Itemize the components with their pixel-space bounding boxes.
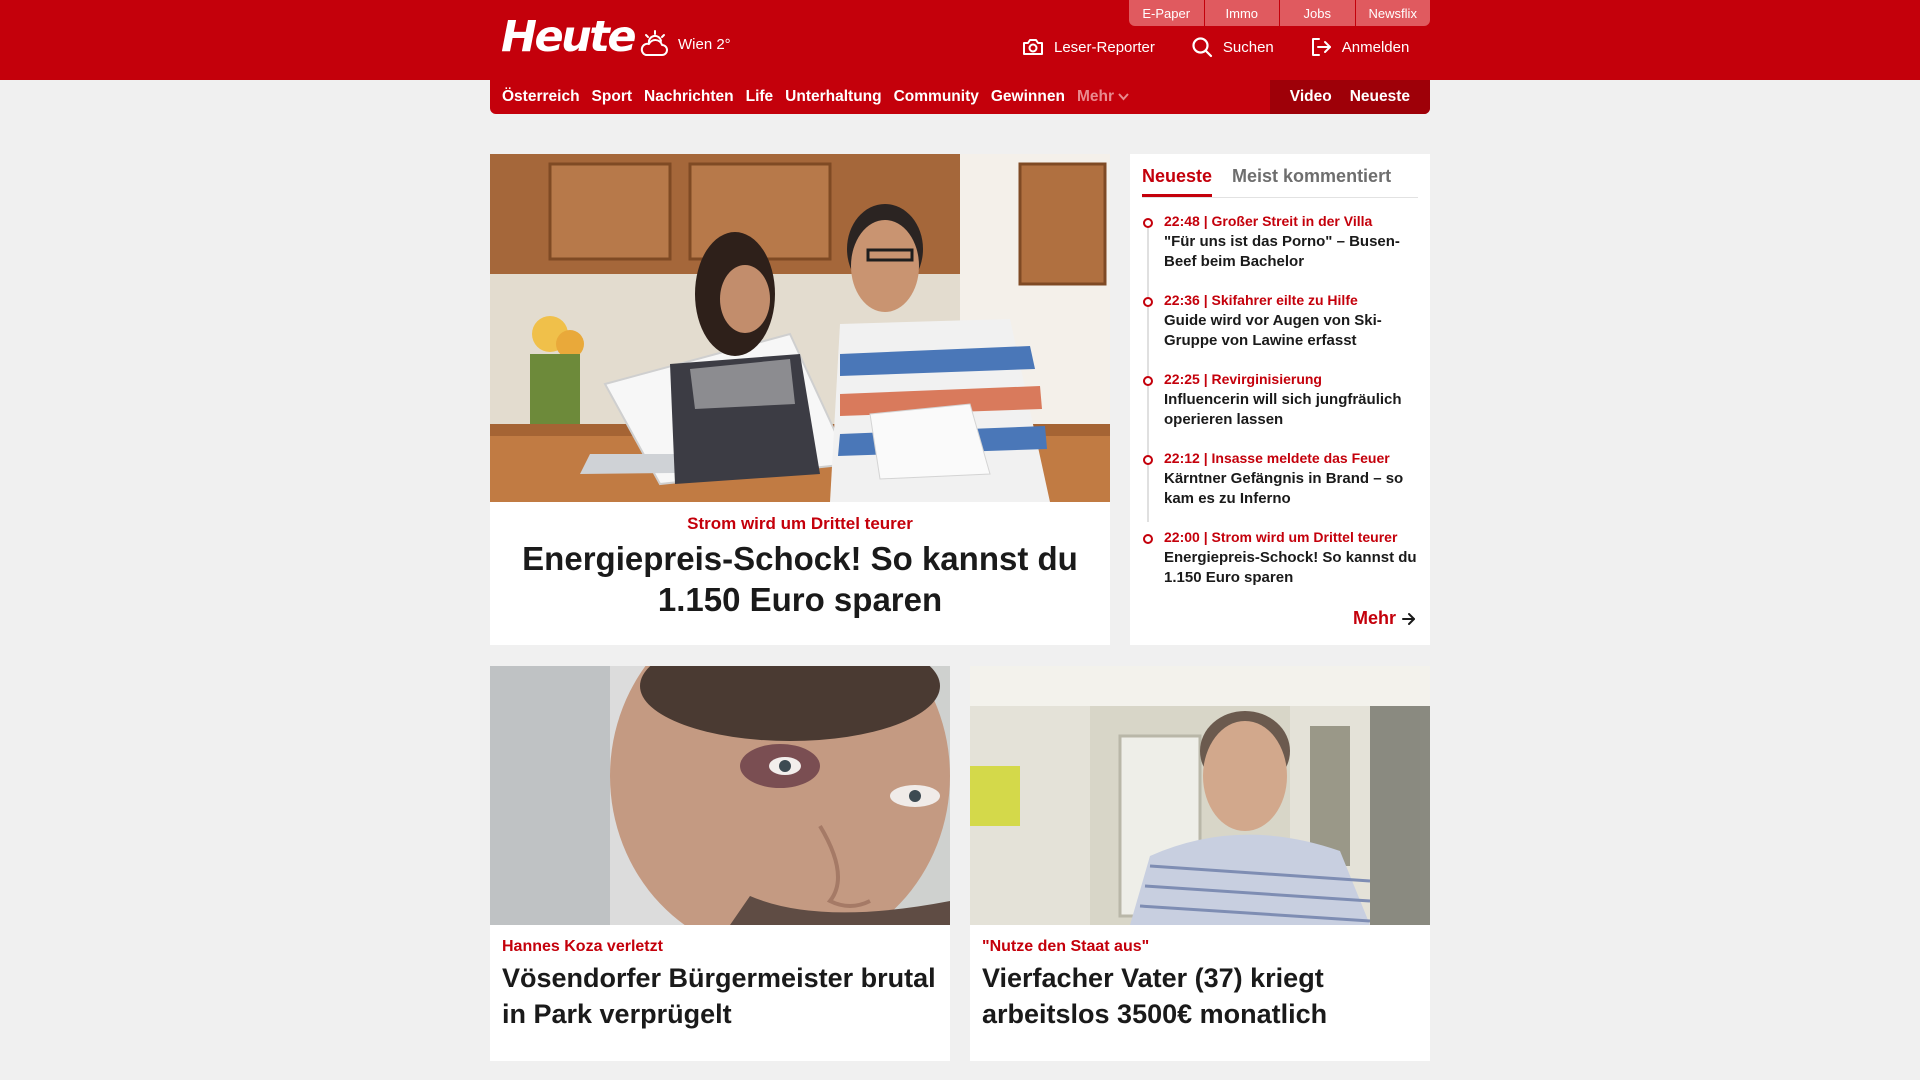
ticker-title[interactable]: "Für uns ist das Porno" – Busen-Beef bei… [1164,232,1422,272]
ticker-title[interactable]: Energiepreis-Schock! So kannst du 1.150 … [1164,548,1422,588]
sidebar-tabs: Neueste Meist kommentiert [1142,162,1418,198]
search-button[interactable]: Suchen [1191,36,1274,58]
news-sidebar: Neueste Meist kommentiert 22:48 | Großer… [1130,154,1430,645]
nav-item-nachrichten[interactable]: Nachrichten [644,88,734,106]
login-icon [1311,38,1331,56]
article-card-father[interactable]: "Nutze den Staat aus" Vierfacher Vater (… [970,666,1430,1061]
hero-image [490,154,1110,502]
weather-text: Wien 2° [678,35,731,53]
nav-more-label: Mehr [1076,88,1114,105]
article-image-mayor [490,666,950,925]
ticker-item[interactable]: 22:36 | Skifahrer eilte zu Hilfe Guide w… [1142,291,1422,370]
login-label: Anmelden [1341,38,1410,56]
ticker-meta: 22:48 | Großer Streit in der Villa [1164,213,1373,229]
ticker-item[interactable]: 22:25 | Revirginisierung Influencerin wi… [1142,370,1422,449]
ticker-item[interactable]: 22:48 | Großer Streit in der Villa "Für … [1142,212,1422,291]
search-label: Suchen [1222,38,1274,56]
card-kicker: Hannes Koza verletzt [502,938,663,955]
ticker-meta: 22:12 | Insasse meldete das Feuer [1164,450,1390,466]
main-navigation: Österreich Sport Nachrichten Life Unterh… [490,80,1430,114]
hero-article[interactable]: Strom wird um Drittel teurer Energieprei… [490,154,1110,645]
nav-item-neueste[interactable]: Neueste [1350,88,1410,106]
nav-item-gewinnen[interactable]: Gewinnen [991,88,1065,106]
card-title[interactable]: Vierfacher Vater (37) kriegt arbeitslos … [982,960,1418,1032]
article-image-father [970,666,1430,925]
nav-more-dropdown[interactable]: Mehr [1077,88,1129,106]
camera-icon [1023,39,1043,55]
chevron-down-icon [1118,93,1129,101]
timeline-dot-icon [1143,455,1153,465]
ticker-item[interactable]: 22:00 | Strom wird um Drittel teurer Ene… [1142,528,1422,607]
ticker-title[interactable]: Guide wird vor Augen von Ski-Gruppe von … [1164,311,1422,351]
search-icon [1192,37,1212,58]
timeline-dot-icon [1143,297,1153,307]
ticker-meta: 22:25 | Revirginisierung [1164,371,1322,387]
weather-widget[interactable]: Wien 2° [638,24,731,64]
nav-item-video[interactable]: Video [1290,88,1332,106]
ticker-meta: 22:00 | Strom wird um Drittel teurer [1164,529,1398,545]
nav-item-unterhaltung[interactable]: Unterhaltung [785,88,881,106]
ticker-meta: 22:36 | Skifahrer eilte zu Hilfe [1164,292,1358,308]
login-button[interactable]: Anmelden [1310,36,1410,58]
header-actions: Leser-Reporter Suchen Anmelden [1022,32,1409,62]
nav-item-life[interactable]: Life [746,88,774,106]
hero-title[interactable]: Energiepreis-Schock! So kannst du 1.150 … [490,538,1110,620]
top-links: E-Paper Immo Jobs Newsflix [1129,0,1430,26]
leser-reporter-button[interactable]: Leser-Reporter [1022,36,1155,58]
timeline-dot-icon [1143,376,1153,386]
card-kicker: "Nutze den Staat aus" [982,938,1150,955]
arrow-right-icon [1402,612,1415,625]
top-link-jobs[interactable]: Jobs [1280,0,1356,26]
nav-item-oesterreich[interactable]: Österreich [502,88,580,106]
top-link-epaper[interactable]: E-Paper [1129,0,1205,26]
top-link-newsflix[interactable]: Newsflix [1356,0,1431,26]
nav-special: Video Neueste [1269,80,1430,114]
sidebar-more-link[interactable]: Mehr [1353,608,1416,629]
timeline-dot-icon [1143,218,1153,228]
ticker-title[interactable]: Kärntner Gefängnis in Brand – so kam es … [1164,469,1422,509]
leser-reporter-label: Leser-Reporter [1054,38,1155,56]
cloud-sun-icon [640,30,668,56]
nav-categories: Österreich Sport Nachrichten Life Unterh… [490,88,1129,106]
top-link-immo[interactable]: Immo [1205,0,1280,26]
article-card-mayor[interactable]: Hannes Koza verletzt Vösendorfer Bürgerm… [490,666,950,1061]
card-title[interactable]: Vösendorfer Bürgermeister brutal in Park… [502,960,938,1032]
nav-item-community[interactable]: Community [894,88,979,106]
timeline-dot-icon [1143,534,1153,544]
ticker-item[interactable]: 22:12 | Insasse meldete das Feuer Kärntn… [1142,449,1422,528]
tab-neueste[interactable]: Neueste [1142,162,1213,197]
tab-meist-kommentiert[interactable]: Meist kommentiert [1232,162,1391,197]
header-bar: E-Paper Immo Jobs Newsflix Heute Wien 2°… [0,0,1920,80]
hero-kicker: Strom wird um Drittel teurer [687,514,913,533]
site-logo[interactable]: Heute [501,12,636,62]
news-ticker: 22:48 | Großer Streit in der Villa "Für … [1142,212,1422,607]
sidebar-more-label: Mehr [1352,608,1396,628]
nav-item-sport[interactable]: Sport [592,88,632,106]
ticker-title[interactable]: Influencerin will sich jungfräulich oper… [1164,390,1422,430]
